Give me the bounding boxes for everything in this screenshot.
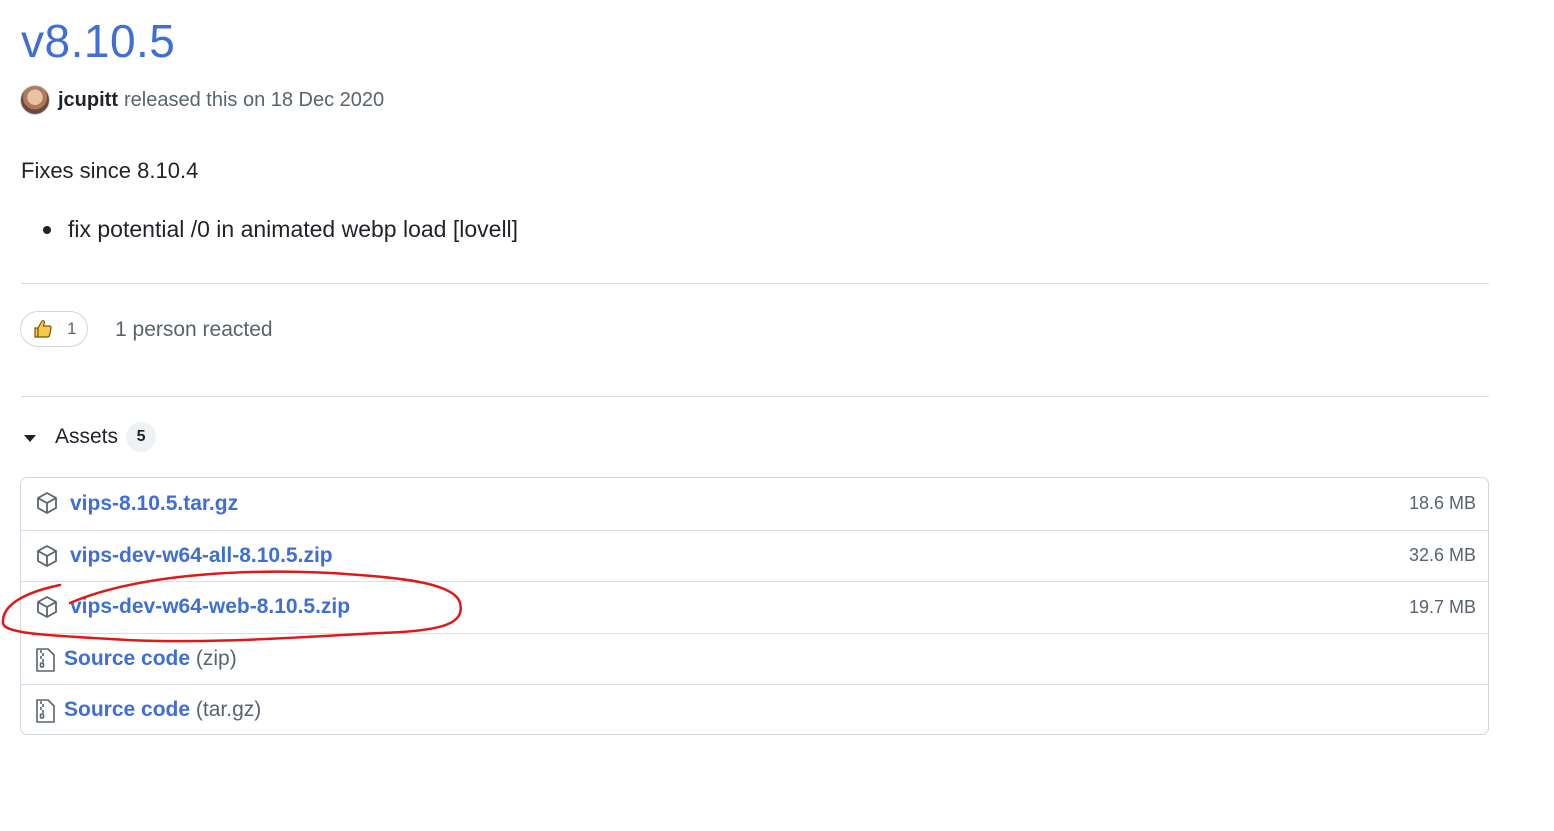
source-row: Source code (tar.gz)	[21, 684, 1488, 734]
package-icon	[37, 596, 57, 618]
divider	[21, 396, 1489, 397]
bullet-icon	[43, 225, 51, 234]
release-byline: jcupitt released this on 18 Dec 2020	[20, 85, 384, 115]
file-zip-icon	[36, 699, 55, 723]
file-zip-icon	[36, 647, 55, 672]
source-code-ext: (zip)	[195, 646, 237, 670]
divider	[21, 283, 1489, 284]
reaction-count: 1	[67, 319, 77, 338]
asset-row: vips-dev-w64-web-8.10.5.zip 19.7 MB	[21, 581, 1488, 633]
notes-heading: Fixes since 8.10.4	[21, 158, 199, 183]
fixes-list: fix potential /0 in animated webp load […	[43, 216, 518, 243]
source-row: Source code (zip)	[21, 632, 1488, 685]
asset-link[interactable]: vips-dev-w64-all-8.10.5.zip	[70, 544, 333, 568]
asset-row: vips-8.10.5.tar.gz 18.6 MB	[21, 478, 1488, 530]
reaction-summary: 1 person reacted	[115, 318, 273, 341]
release-title[interactable]: v8.10.5	[21, 14, 175, 68]
asset-size: 19.7 MB	[1408, 596, 1476, 617]
source-code-label: Source code	[64, 698, 191, 722]
source-code-link[interactable]: Source code (tar.gz)	[64, 698, 261, 722]
author-avatar[interactable]	[20, 85, 50, 115]
source-code-ext: (tar.gz)	[195, 698, 262, 722]
fix-item-text: fix potential /0 in animated webp load […	[68, 216, 519, 242]
caret-down-icon	[24, 434, 36, 442]
package-icon	[37, 492, 57, 514]
assets-label: Assets	[55, 425, 119, 448]
fix-item: fix potential /0 in animated webp load […	[43, 216, 518, 243]
asset-size: 32.6 MB	[1408, 545, 1476, 566]
source-code-link[interactable]: Source code (zip)	[64, 647, 237, 671]
author-name[interactable]: jcupitt	[58, 89, 118, 112]
asset-size: 18.6 MB	[1408, 493, 1476, 514]
source-code-label: Source code	[64, 646, 191, 670]
package-icon	[37, 544, 57, 567]
release-date-text: released this on 18 Dec 2020	[124, 88, 385, 111]
assets-count-badge: 5	[126, 422, 157, 452]
assets-toggle[interactable]: Assets 5	[24, 421, 157, 453]
thumbs-up-icon	[34, 320, 52, 338]
asset-link[interactable]: vips-8.10.5.tar.gz	[70, 492, 238, 516]
assets-list: vips-8.10.5.tar.gz 18.6 MB vips-dev-w64-…	[20, 477, 1489, 735]
asset-link[interactable]: vips-dev-w64-web-8.10.5.zip	[70, 595, 350, 619]
thumbs-up-reaction-button[interactable]: 1	[20, 311, 88, 347]
asset-row: vips-dev-w64-all-8.10.5.zip 32.6 MB	[21, 529, 1488, 582]
